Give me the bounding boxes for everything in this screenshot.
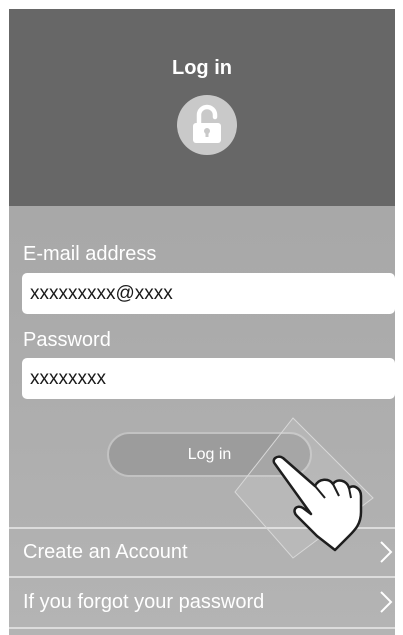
divider — [9, 576, 395, 578]
header: Log in — [9, 9, 395, 206]
email-field[interactable] — [22, 273, 395, 314]
log-in-button[interactable]: Log in — [107, 432, 312, 477]
login-screen: Log in E-mail address Password Log in Cr… — [9, 9, 395, 635]
page-title: Log in — [172, 57, 232, 79]
forgot-password-label: If you forgot your password — [23, 591, 265, 613]
forgot-password-link[interactable]: If you forgot your password — [9, 579, 395, 625]
password-label: Password — [23, 329, 111, 351]
create-account-link[interactable]: Create an Account — [9, 529, 395, 575]
unlocked-padlock-icon — [177, 95, 237, 155]
divider — [9, 627, 395, 629]
chevron-right-icon — [379, 590, 393, 620]
password-field[interactable] — [22, 358, 395, 399]
email-label: E-mail address — [23, 243, 157, 265]
create-account-label: Create an Account — [23, 541, 188, 563]
chevron-right-icon — [379, 540, 393, 570]
